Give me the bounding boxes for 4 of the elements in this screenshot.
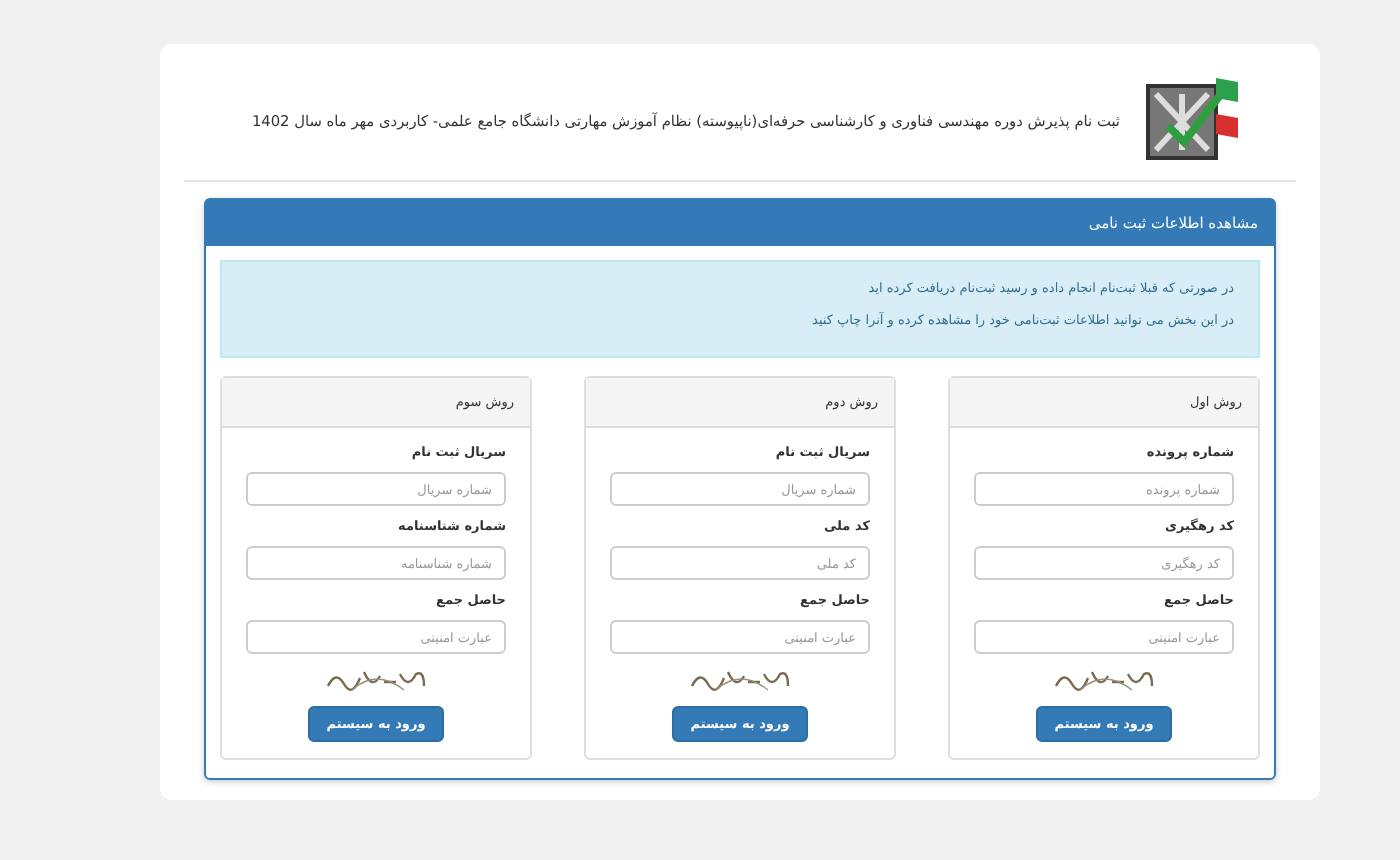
captcha-drawing (324, 666, 428, 694)
captcha-drawing (1052, 666, 1156, 694)
captcha-drawing (688, 666, 792, 694)
logo-icon (1144, 74, 1240, 166)
